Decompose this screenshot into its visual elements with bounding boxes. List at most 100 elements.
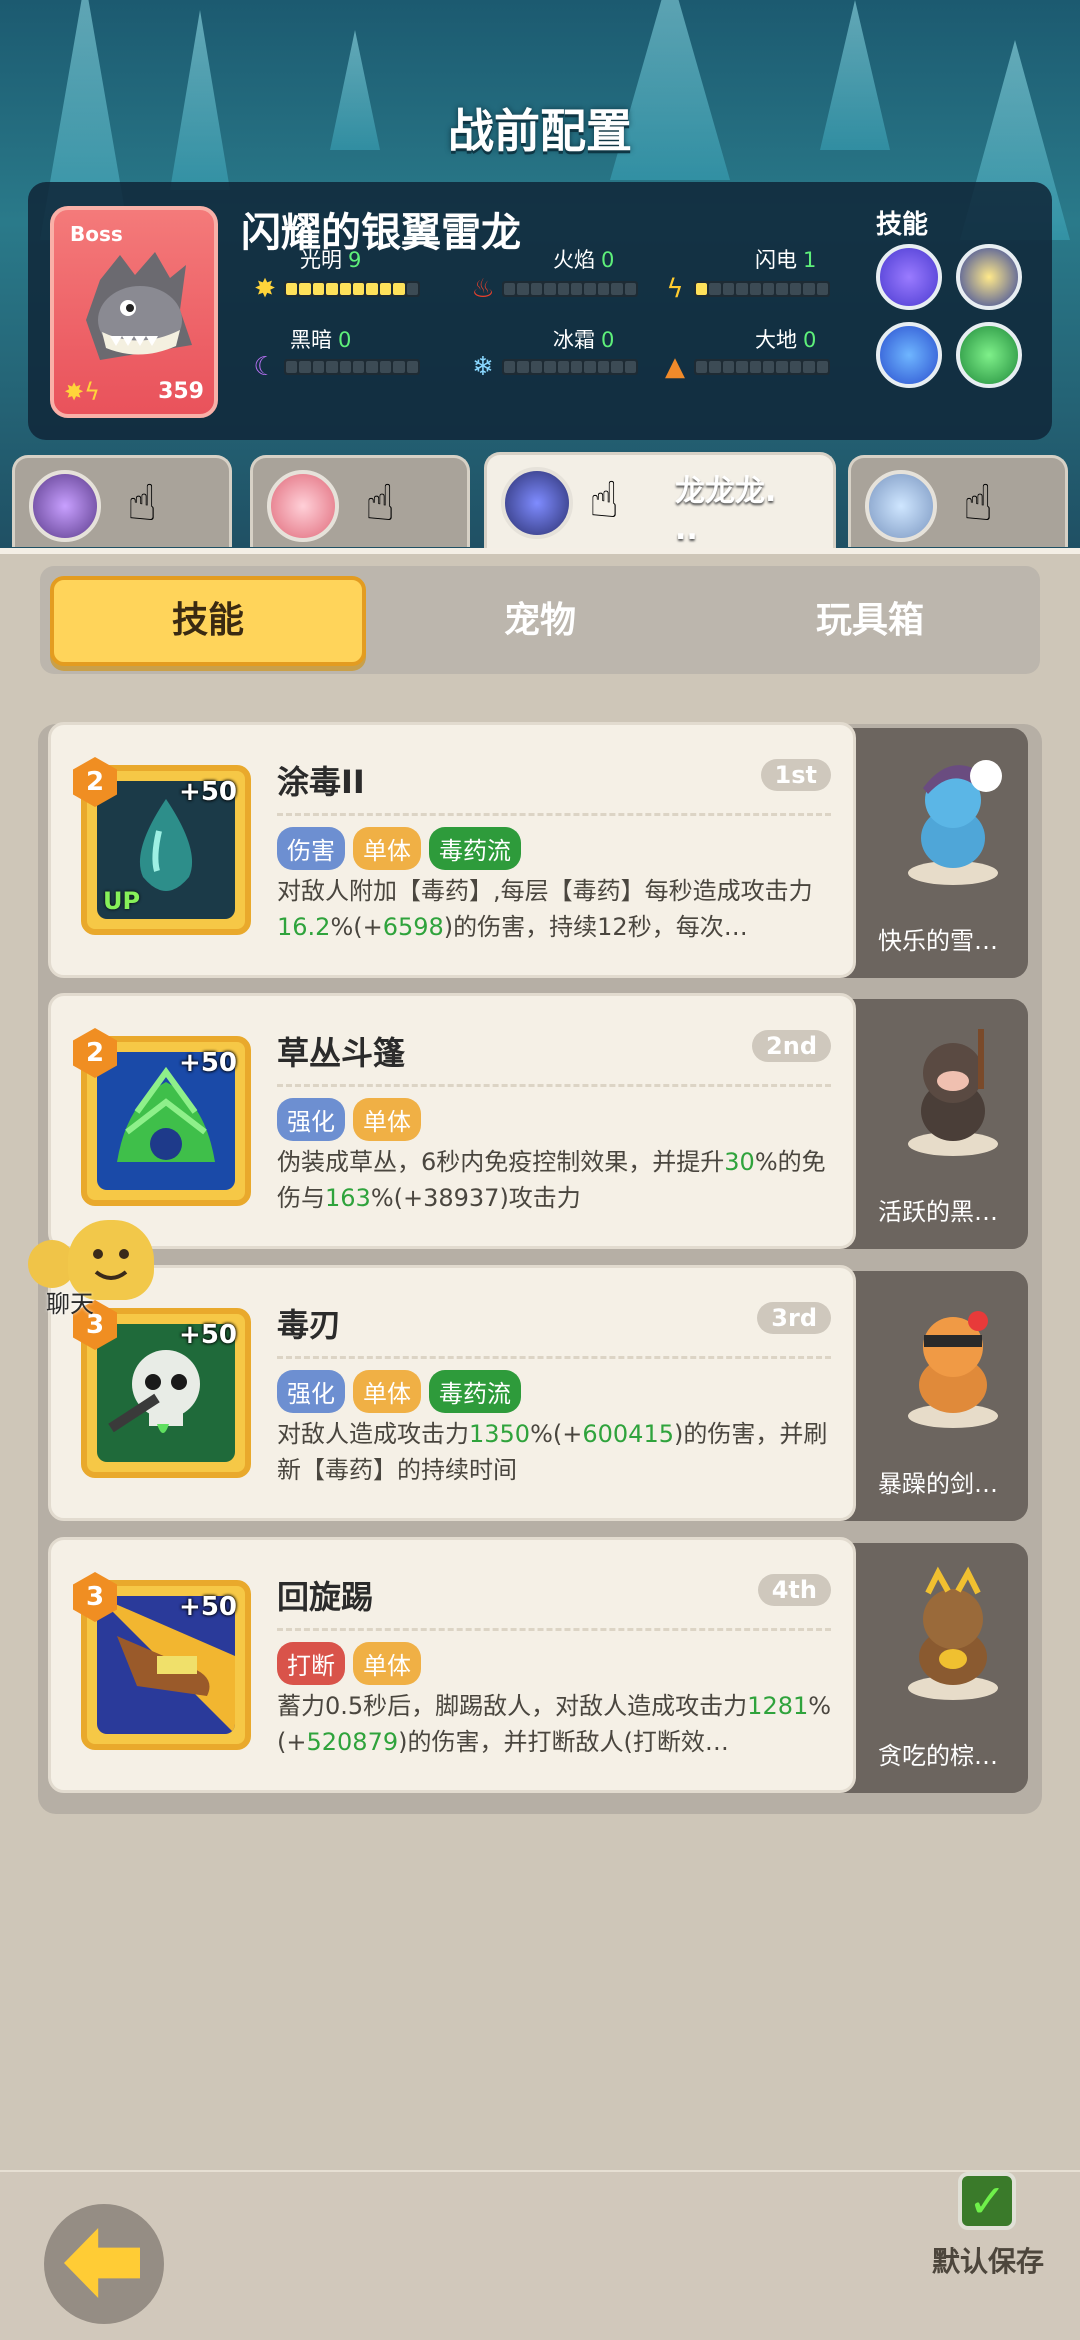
element-bar [694,359,830,375]
element-bar [502,281,638,297]
skill-tag: 打断 [277,1642,345,1685]
pet-name: 快乐的雪… [878,927,998,955]
skill-rank: 3rd [757,1302,831,1334]
skill-description: 蓄力0.5秒后，脚踢敌人，对敌人造成攻击力1281%(+520879)的伤害，并… [277,1692,832,1756]
skill-tag: 单体 [353,1098,421,1141]
skill-rank: 1st [760,759,831,791]
skill-title: 涂毒II [277,763,365,801]
element-bar [694,281,830,297]
tab-bar: 技能 宠物 玩具箱 [40,566,1040,674]
skill-row: 活跃的黑… +50 2 草丛斗篷 2nd 强化 单体 伪装成草丛，6秒内免疫控制… [48,993,1028,1249]
skill-card[interactable]: +50 3 毒刃 3rd 强化 单体 毒药流 对敌人造成攻击力1350%(+60… [48,1265,856,1521]
earth-icon: ▲ [665,352,685,382]
skill-icon-frame: +50 2 [73,1028,251,1206]
skill-description: 对敌人附加【毒药】,每层【毒药】每秒造成攻击力16.2%(+6598)的伤害，持… [277,877,813,941]
character-name: 龙龙龙. .. [675,474,777,547]
skill-rank: 4th [757,1574,831,1606]
pet-figure-icon [908,1566,998,1700]
element-bar [502,359,638,375]
dragon-portrait-icon [86,252,192,360]
tab-toybox[interactable]: 玩具箱 [712,576,1028,666]
character-avatar [29,470,101,542]
skill-tag: 伤害 [277,827,345,870]
default-save-label: 默认保存 [932,2245,1045,2278]
bottom-bar [0,2170,1080,2340]
character-tab-2[interactable]: ☝ [250,455,470,547]
lightning-skill-icon[interactable] [876,322,942,388]
skill-tags: 打断 单体 [277,1642,421,1685]
boss-tag: Boss [70,222,123,246]
pet-name: 活跃的黑… [878,1198,998,1226]
divider [277,813,831,816]
back-button[interactable] [44,2204,164,2324]
skill-tags: 强化 单体 毒药流 [277,1370,521,1413]
default-save-checkbox[interactable]: ✓ [958,2172,1016,2230]
skill-tag: 强化 [277,1098,345,1141]
moon-dragon-skill-icon[interactable] [956,244,1022,310]
skill-card[interactable]: +50 3 回旋踢 4th 打断 单体 蓄力0.5秒后，脚踢敌人，对敌人造成攻击… [48,1537,856,1793]
character-tab-3[interactable]: ☝ 龙龙龙. .. [484,452,836,550]
skill-tag: 强化 [277,1370,345,1413]
skill-title: 回旋踢 [277,1578,374,1616]
skill-icon-frame: +50 3 [73,1300,251,1478]
skill-card[interactable]: +50 UP 2 涂毒II 1st 伤害 单体 毒药流 对敌人附加【毒药】,每层… [48,722,856,978]
page-title: 战前配置 [448,104,632,158]
skill-row: 贪吃的棕… +50 3 回旋踢 4th 打断 单体 蓄力0.5秒后，脚踢敌人，对… [48,1537,1028,1793]
skill-tag: 单体 [353,1642,421,1685]
boss-level: 359 [158,379,204,404]
skill-tag: 毒药流 [429,827,521,870]
moon-icon: ☾ [253,352,277,382]
thunder-skill-icon[interactable] [876,244,942,310]
fire-icon: ♨ [471,274,495,304]
tap-hand-icon: ☝ [963,474,994,532]
skill-tags: 伤害 单体 毒药流 [277,827,521,870]
character-avatar [501,467,573,539]
snowflake-icon: ❄ [472,352,494,382]
skill-icon-frame: +50 3 [73,1572,251,1750]
pet-name: 暴躁的剑… [878,1470,998,1498]
tab-pets[interactable]: 宠物 [382,576,698,666]
tap-hand-icon: ☝ [589,471,620,529]
character-tab-1[interactable]: ☝ [12,455,232,547]
skill-row: 暴躁的剑… +50 3 毒刃 3rd 强化 单体 毒药流 对敌人造成攻击力135… [48,1265,1028,1521]
skill-icon-frame: +50 UP 2 [73,757,251,935]
divider [277,1084,831,1087]
character-avatar [865,470,937,542]
boss-skills-label: 技能 [876,210,929,240]
element-bar [284,281,420,297]
pet-name: 贪吃的棕… [878,1742,998,1770]
boss-card[interactable]: Boss ✸ϟ 359 [50,206,218,418]
pet-figure-icon [908,1311,998,1428]
divider [277,1356,831,1359]
back-arrow-icon [64,2228,140,2298]
skill-description: 伪装成草丛，6秒内免疫控制效果，并提升30%的免伤与163%(+38937)攻击… [277,1148,826,1212]
chat-label: 聊天 [46,1290,94,1318]
skill-title: 毒刃 [277,1306,342,1344]
chat-button[interactable]: 聊天 [22,1220,154,1318]
element-bar [284,359,420,375]
skill-description: 对敌人造成攻击力1350%(+600415)的伤害，并刷新【毒药】的持续时间 [277,1420,828,1484]
skill-tags: 强化 单体 [277,1098,421,1141]
boss-element-icons: ✸ϟ [64,378,100,406]
checkmark-icon: ✓ [968,2174,1007,2228]
boss-panel: Boss ✸ϟ 359 闪耀的银翼雷龙 光明 9 ✸ 火焰 0 ♨ 闪电 1 ϟ… [28,182,1052,440]
character-avatar [267,470,339,542]
divider [277,1628,831,1631]
skill-card[interactable]: +50 2 草丛斗篷 2nd 强化 单体 伪装成草丛，6秒内免疫控制效果，并提升… [48,993,856,1249]
tab-skills[interactable]: 技能 [50,576,366,666]
tap-hand-icon: ☝ [365,474,396,532]
character-tab-4[interactable]: ☝ [848,455,1068,547]
poison-cloud-skill-icon[interactable] [956,322,1022,388]
lightning-icon: ϟ [666,274,684,304]
skill-title: 草丛斗篷 [277,1034,406,1072]
skill-tag: 单体 [353,1370,421,1413]
tap-hand-icon: ☝ [127,474,158,532]
boss-name: 闪耀的银翼雷龙 [241,210,521,256]
skill-row: 快乐的雪… +50 UP 2 涂毒II 1st 伤害 单体 毒药流 对敌人附加【… [48,722,1028,978]
skill-tag: 毒药流 [429,1370,521,1413]
skill-rank: 2nd [752,1030,831,1062]
skill-tag: 单体 [353,827,421,870]
pet-figure-icon [908,760,1002,885]
pet-figure-icon [908,1029,998,1156]
sun-icon: ✸ [254,274,276,304]
